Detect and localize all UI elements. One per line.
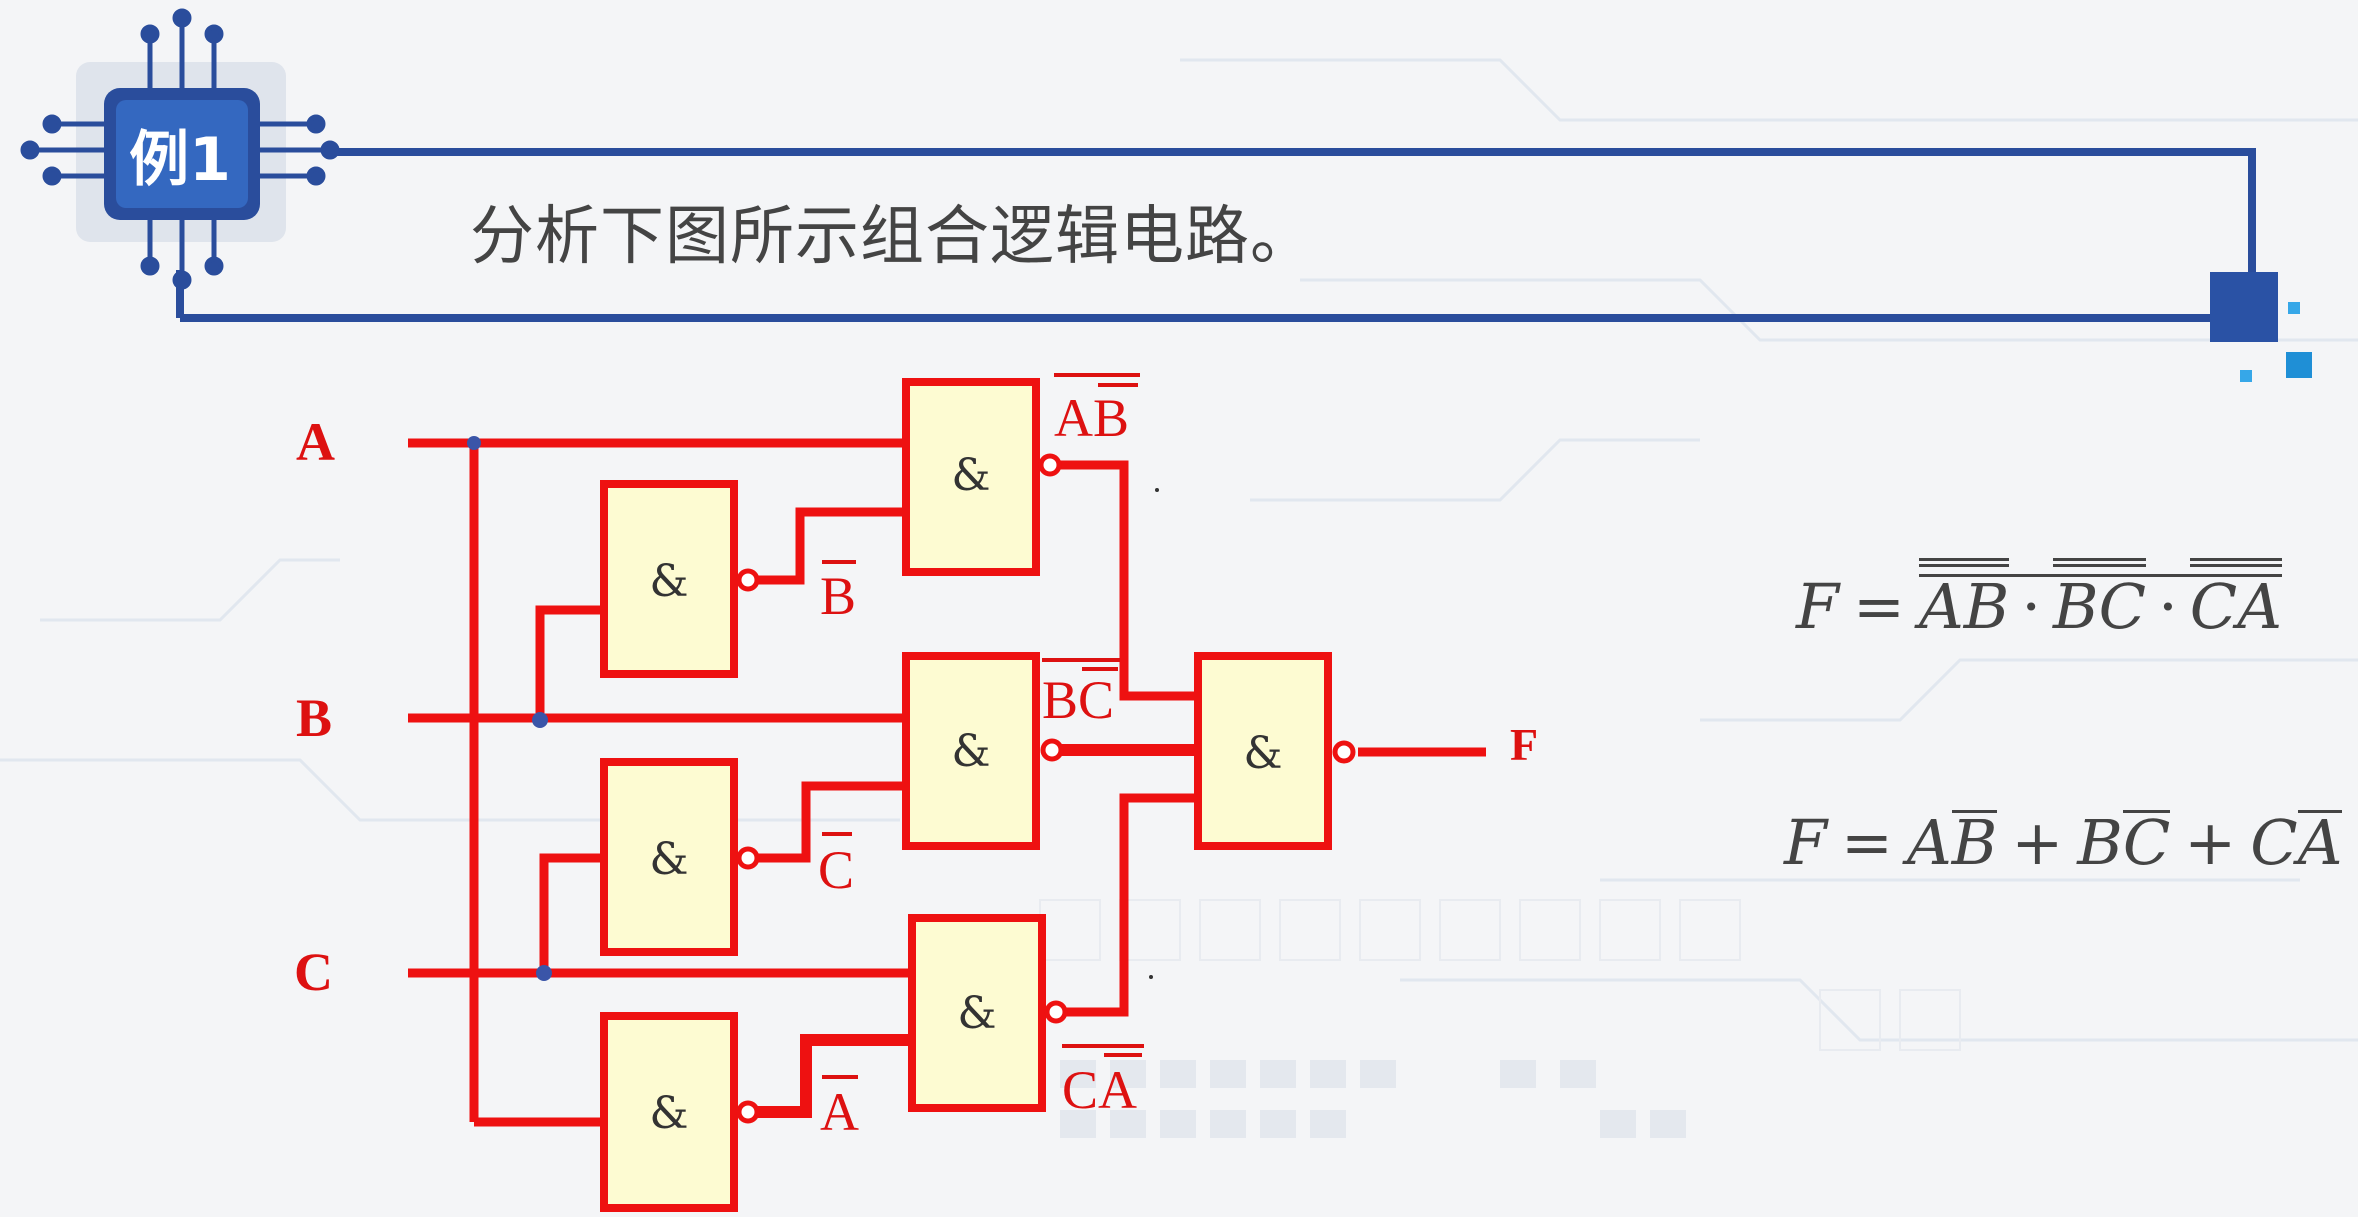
formula-nand-form: F = AB · BC · CA: [1796, 558, 2283, 643]
formula-plus: +: [2011, 806, 2064, 879]
formula-sum-form: F = AB + BC + CA: [1784, 806, 2342, 879]
gate-symbol: &: [649, 834, 688, 885]
term-b: B: [2077, 806, 2123, 879]
formula-plus: +: [2184, 806, 2237, 879]
gate-symbol: &: [1243, 728, 1282, 779]
formula-dot: ·: [2158, 570, 2178, 643]
gate-ab-nand: &: [902, 378, 1062, 576]
formula-lhs: F: [1796, 570, 1840, 643]
input-label-b: B: [296, 688, 332, 748]
term-c: C: [2250, 806, 2298, 879]
signal-label-a-bar: A: [820, 1082, 859, 1142]
term-a: A: [1906, 806, 1952, 879]
gate-symbol: &: [957, 988, 996, 1039]
signal-label-ca-bar: CA: [1062, 1060, 1137, 1120]
example-badge: 例1: [129, 124, 231, 195]
term-b: B: [2053, 570, 2099, 643]
input-label-c: C: [294, 942, 333, 1002]
input-label-a: A: [296, 412, 335, 472]
signal-label-b-bar: B: [820, 566, 856, 626]
formula-lhs: F: [1784, 806, 1828, 879]
term-a: A: [2297, 806, 2343, 879]
gate-symbol: &: [649, 1088, 688, 1139]
gate-not-a: &: [600, 1012, 760, 1212]
term-b: B: [1951, 806, 1998, 879]
term-c: C: [2189, 570, 2238, 643]
term-a: A: [1918, 570, 1964, 643]
term-b: B: [1963, 570, 2010, 643]
gate-ca-nand: &: [908, 914, 1068, 1112]
gate-symbol: &: [649, 556, 688, 607]
term-a: A: [2237, 570, 2283, 643]
formula-dot: ·: [2021, 570, 2042, 643]
gate-not-c: &: [600, 758, 760, 956]
output-label-f: F: [1510, 719, 1538, 770]
frame-corner-block: [2210, 272, 2278, 342]
gate-not-b: &: [600, 480, 760, 678]
gate-symbol: &: [951, 450, 990, 501]
formula-equals: =: [1841, 806, 1893, 879]
gate-bc-nand: &: [902, 652, 1064, 850]
question-prompt: 分析下图所示组合逻辑电路。: [470, 200, 1315, 274]
signal-label-c-bar: C: [818, 840, 854, 900]
formula-equals: =: [1853, 570, 1905, 643]
term-c: C: [2098, 570, 2147, 643]
gate-output-nand: &: [1194, 652, 1356, 850]
gate-symbol: &: [951, 726, 990, 777]
signal-label-bc-bar: BC: [1042, 670, 1114, 730]
signal-label-ab-bar: AB: [1054, 388, 1129, 448]
term-c: C: [2122, 806, 2171, 879]
